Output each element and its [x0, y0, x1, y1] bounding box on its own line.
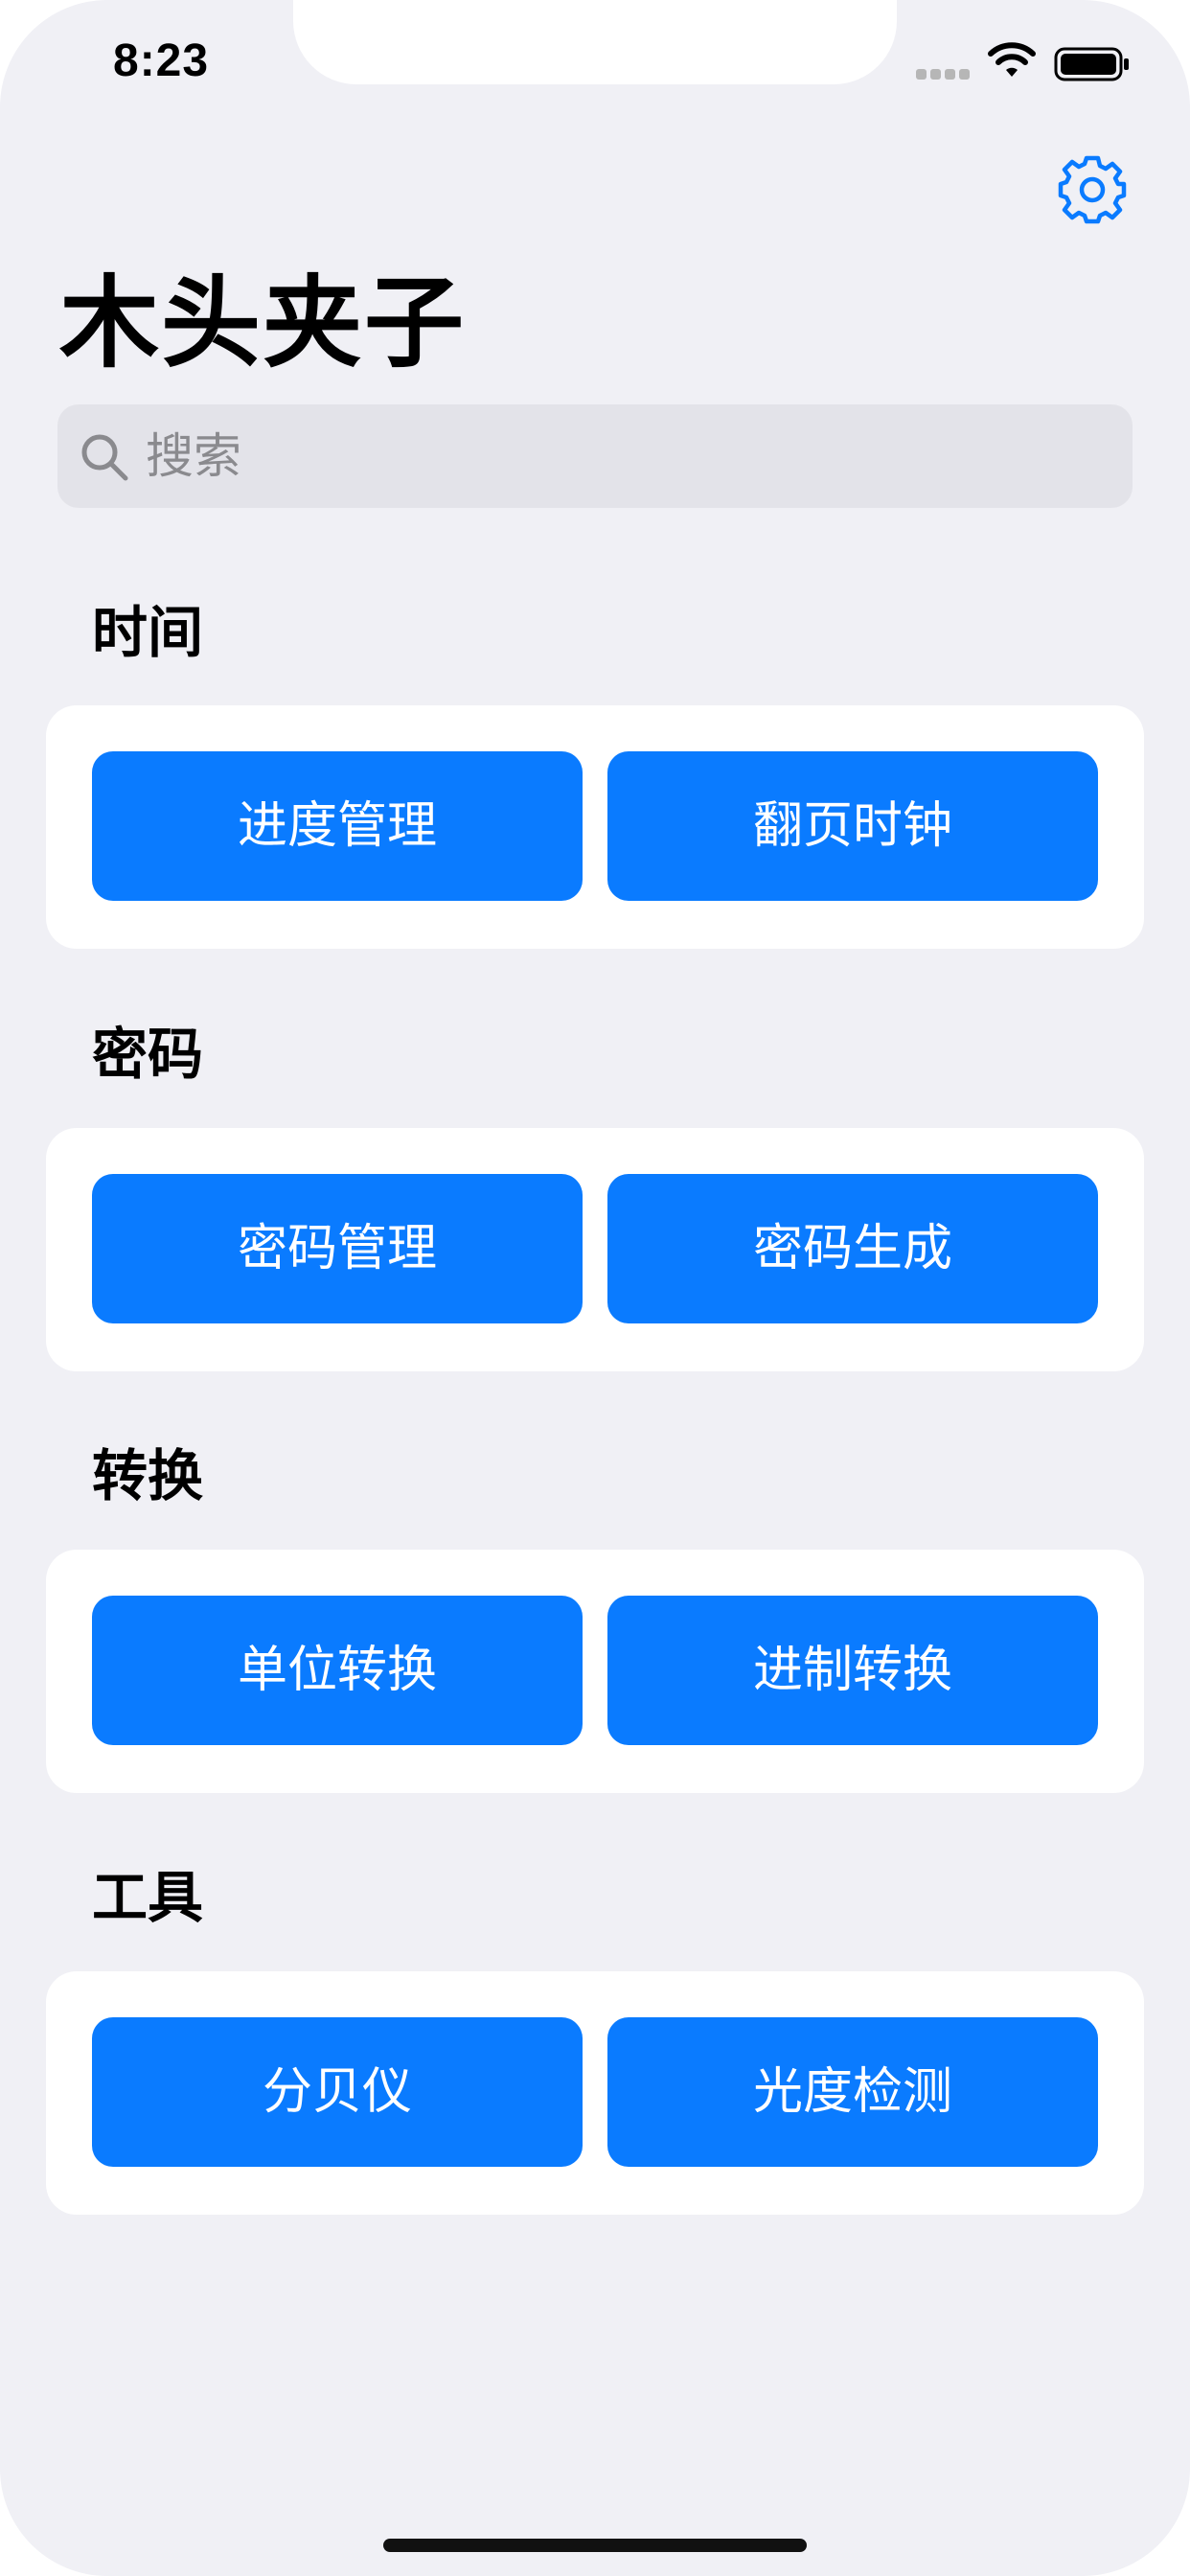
- wifi-icon: [988, 42, 1036, 77]
- page-title: 木头夹子: [59, 264, 467, 381]
- section-card-tools: 分贝仪 光度检测: [46, 1971, 1144, 2215]
- section-title-tools: 工具: [92, 1865, 204, 1930]
- flip-clock-button[interactable]: 翻页时钟: [607, 751, 1098, 901]
- section-title-time: 时间: [92, 600, 204, 665]
- section-card-conversion: 单位转换 进制转换: [46, 1550, 1144, 1793]
- section-title-conversion: 转换: [92, 1443, 204, 1508]
- password-generator-button[interactable]: 密码生成: [607, 1174, 1098, 1323]
- battery-icon: [1054, 47, 1129, 81]
- search-placeholder: 搜索: [146, 428, 241, 484]
- app-screen: 8:23 木头夹子 搜索 时间 进度管理 翻页时钟 密码 密码管理 密码生成 转…: [0, 0, 1190, 2576]
- search-field[interactable]: 搜索: [57, 404, 1133, 508]
- cellular-signal-icon: [916, 69, 970, 80]
- home-indicator[interactable]: [383, 2539, 807, 2552]
- gear-icon[interactable]: [1056, 153, 1129, 226]
- unit-conversion-button[interactable]: 单位转换: [92, 1596, 583, 1745]
- search-icon: [81, 434, 128, 481]
- section-card-time: 进度管理 翻页时钟: [46, 705, 1144, 949]
- section-card-password: 密码管理 密码生成: [46, 1128, 1144, 1371]
- progress-management-button[interactable]: 进度管理: [92, 751, 583, 901]
- password-management-button[interactable]: 密码管理: [92, 1174, 583, 1323]
- section-title-password: 密码: [92, 1022, 204, 1087]
- notch: [293, 0, 897, 84]
- decibel-meter-button[interactable]: 分贝仪: [92, 2017, 583, 2167]
- light-meter-button[interactable]: 光度检测: [607, 2017, 1098, 2167]
- base-conversion-button[interactable]: 进制转换: [607, 1596, 1098, 1745]
- status-bar: 8:23: [0, 0, 1190, 129]
- status-time: 8:23: [113, 35, 210, 86]
